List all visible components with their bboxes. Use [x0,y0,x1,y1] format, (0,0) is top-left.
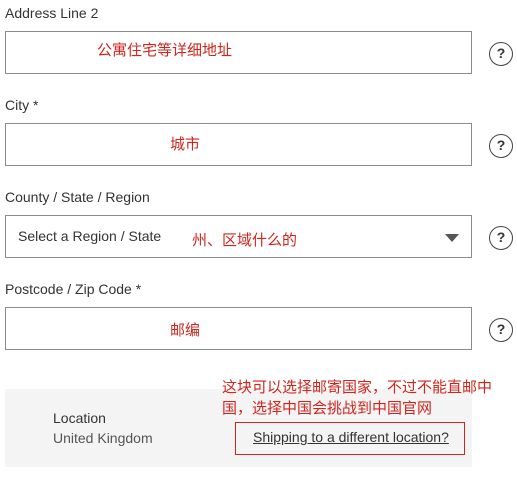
region-annotation: 州、区域什么的 [192,231,298,249]
city-help-icon[interactable]: ? [489,134,513,158]
location-annotation: 这块可以选择邮寄国家，不过不能直邮中国，选择中国会挑战到中国官网 [222,378,493,417]
city-label: City * [5,97,39,113]
postcode-label: Postcode / Zip Code * [5,281,142,297]
postcode-input[interactable] [5,307,472,350]
city-annotation: 城市 [170,135,201,153]
region-help-icon[interactable]: ? [489,226,513,250]
postcode-help-icon[interactable]: ? [489,318,513,342]
region-select-value: Select a Region / State [18,228,162,244]
region-label: County / State / Region [5,189,150,205]
address-line-2-label: Address Line 2 [5,5,99,21]
postcode-annotation: 邮编 [170,321,201,339]
address-line-2-help-icon[interactable]: ? [489,42,513,66]
location-title: Location [53,410,106,426]
address-line-2-input[interactable] [5,31,472,74]
change-shipping-location-link[interactable]: Shipping to a different location? [253,429,449,445]
chevron-down-icon [445,234,459,242]
city-input[interactable] [5,123,472,166]
address-line-2-annotation: 公寓住宅等详细地址 [97,41,233,59]
location-value: United Kingdom [53,430,153,446]
